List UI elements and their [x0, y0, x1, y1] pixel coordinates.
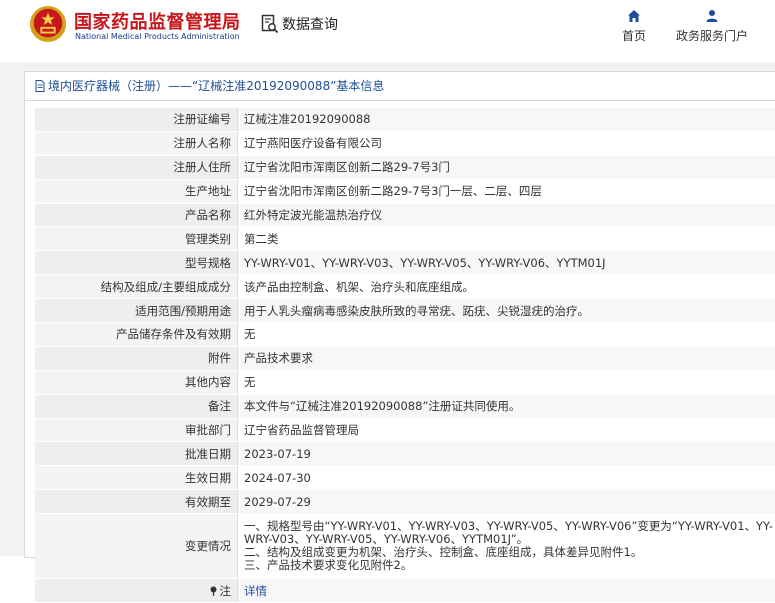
national-emblem-icon — [29, 5, 67, 43]
field-label: 适用范围/预期用途 — [35, 299, 238, 323]
table-row: 产品名称红外特定波光能温热治疗仪 — [35, 203, 775, 227]
field-label: 管理类别 — [35, 227, 238, 251]
field-label: 批准日期 — [35, 442, 238, 466]
table-row-note: 注 详情 — [35, 579, 775, 603]
field-value: YY-WRY-V01、YY-WRY-V03、YY-WRY-V05、YY-WRY-… — [238, 251, 775, 275]
change-line: 二、结构及组成变更为机架、治疗头、控制盒、底座组成，具体差异见附件1。 — [244, 546, 775, 559]
table-row: 管理类别第二类 — [35, 227, 775, 251]
table-row: 注册证编号辽械注准20192090088 — [35, 108, 775, 131]
field-value-note: 详情 — [238, 579, 775, 603]
pin-icon — [209, 586, 218, 596]
table-row: 结构及组成/主要组成成分该产品由控制盒、机架、治疗头和底座组成。 — [35, 275, 775, 299]
field-label: 变更情况 — [35, 514, 238, 579]
field-value: 辽宁省药品监督管理局 — [238, 418, 775, 442]
field-value: 产品技术要求 — [238, 346, 775, 370]
nav-service-portal[interactable]: 政务服务门户 — [676, 9, 748, 44]
site-header: 国家药品监督管理局 National Medical Products Admi… — [0, 0, 775, 62]
document-icon — [35, 80, 45, 92]
table-row: 适用范围/预期用途用于人乳头瘤病毒感染皮肤所致的寻常疣、跖疣、尖锐湿疣的治疗。 — [35, 299, 775, 323]
field-value: 红外特定波光能温热治疗仪 — [238, 203, 775, 227]
change-line: 三、产品技术要求变化见附件2。 — [244, 559, 775, 572]
field-value: 本文件与“辽械注准20192090088”注册证共同使用。 — [238, 394, 775, 418]
registration-info-table: 注册证编号辽械注准20192090088 注册人名称辽宁燕阳医疗设备有限公司 注… — [35, 108, 775, 603]
field-value: 2029-07-29 — [238, 490, 775, 514]
field-value: 2023-07-19 — [238, 442, 775, 466]
logo-title[interactable]: 国家药品监督管理局 — [74, 8, 241, 34]
panel-title-text: 境内医疗器械（注册）——“辽械注准20192090088”基本信息 — [48, 72, 384, 100]
field-value: 辽宁燕阳医疗设备有限公司 — [238, 131, 775, 155]
field-label: 产品名称 — [35, 203, 238, 227]
field-value: 2024-07-30 — [238, 466, 775, 490]
field-label: 产品储存条件及有效期 — [35, 323, 238, 347]
field-label-note: 注 — [35, 579, 238, 603]
table-row: 注册人名称辽宁燕阳医疗设备有限公司 — [35, 131, 775, 155]
field-label: 审批部门 — [35, 418, 238, 442]
field-value: 辽械注准20192090088 — [238, 108, 775, 131]
panel-title: 境内医疗器械（注册）——“辽械注准20192090088”基本信息 — [25, 72, 775, 101]
nav-service-portal-label: 政务服务门户 — [676, 29, 748, 43]
detail-panel: 境内医疗器械（注册）——“辽械注准20192090088”基本信息 注册证编号辽… — [24, 71, 775, 558]
field-value-changes: 一、规格型号由“YY-WRY-V01、YY-WRY-V03、YY-WRY-V05… — [238, 514, 775, 579]
table-row: 附件产品技术要求 — [35, 346, 775, 370]
note-label: 注 — [220, 584, 232, 598]
field-label: 附件 — [35, 346, 238, 370]
field-value: 辽宁省沈阳市浑南区创新二路29-7号3门一层、二层、四层 — [238, 179, 775, 203]
change-line: 一、规格型号由“YY-WRY-V01、YY-WRY-V03、YY-WRY-V05… — [244, 520, 775, 546]
field-value: 第二类 — [238, 227, 775, 251]
field-label: 其他内容 — [35, 370, 238, 394]
field-value: 无 — [238, 370, 775, 394]
field-label: 注册人名称 — [35, 131, 238, 155]
field-label: 结构及组成/主要组成成分 — [35, 275, 238, 299]
details-link[interactable]: 详情 — [244, 584, 267, 598]
search-document-icon — [261, 14, 279, 34]
field-value: 该产品由控制盒、机架、治疗头和底座组成。 — [238, 275, 775, 299]
field-label: 注册证编号 — [35, 108, 238, 131]
table-row-changes: 变更情况 一、规格型号由“YY-WRY-V01、YY-WRY-V03、YY-WR… — [35, 514, 775, 579]
user-icon — [705, 9, 719, 23]
nav-home-label: 首页 — [622, 29, 646, 43]
data-query-label: 数据查询 — [282, 14, 338, 34]
table-row: 有效期至2029-07-29 — [35, 490, 775, 514]
nav-home[interactable]: 首页 — [622, 9, 646, 44]
field-value: 用于人乳头瘤病毒感染皮肤所致的寻常疣、跖疣、尖锐湿疣的治疗。 — [238, 299, 775, 323]
logo-subtitle: National Medical Products Administration — [75, 32, 240, 41]
field-value: 辽宁省沈阳市浑南区创新二路29-7号3门 — [238, 155, 775, 179]
table-row: 生产地址辽宁省沈阳市浑南区创新二路29-7号3门一层、二层、四层 — [35, 179, 775, 203]
field-label: 有效期至 — [35, 490, 238, 514]
field-label: 生产地址 — [35, 179, 238, 203]
field-label: 备注 — [35, 394, 238, 418]
table-row: 批准日期2023-07-19 — [35, 442, 775, 466]
field-value: 无 — [238, 323, 775, 347]
data-query-link[interactable]: 数据查询 — [261, 14, 338, 34]
home-icon — [627, 9, 641, 23]
field-label: 型号规格 — [35, 251, 238, 275]
field-label: 生效日期 — [35, 466, 238, 490]
table-row: 注册人住所辽宁省沈阳市浑南区创新二路29-7号3门 — [35, 155, 775, 179]
table-row: 生效日期2024-07-30 — [35, 466, 775, 490]
table-row: 其他内容无 — [35, 370, 775, 394]
table-row: 审批部门辽宁省药品监督管理局 — [35, 418, 775, 442]
table-row: 产品储存条件及有效期无 — [35, 323, 775, 347]
field-label: 注册人住所 — [35, 155, 238, 179]
table-row: 型号规格YY-WRY-V01、YY-WRY-V03、YY-WRY-V05、YY-… — [35, 251, 775, 275]
table-row: 备注本文件与“辽械注准20192090088”注册证共同使用。 — [35, 394, 775, 418]
